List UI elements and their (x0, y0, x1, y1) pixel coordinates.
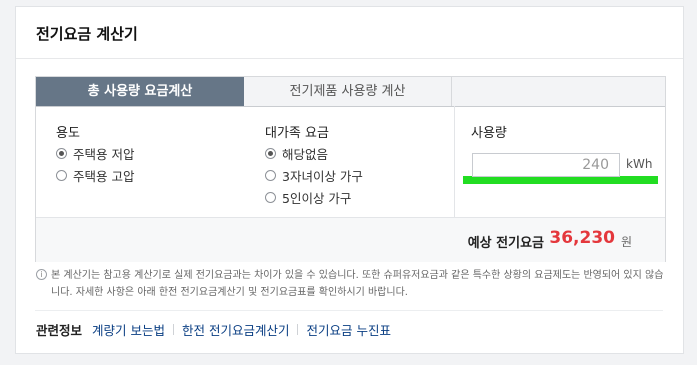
link-kepco-calculator[interactable]: 한전 전기요금계산기 (182, 320, 289, 339)
usage-unit: kWh (626, 157, 653, 171)
link-progressive-rate-table[interactable]: 전기요금 누진표 (306, 320, 390, 339)
radio-checked-icon[interactable] (56, 147, 67, 159)
usage-type-group: 용도 주택용 저압 주택용 고압 (36, 106, 246, 217)
radio-unchecked-icon[interactable] (265, 191, 276, 203)
calculator-panel: 총 사용량 요금계산 전기제품 사용량 계산 용도 주택용 저압 주택용 고압 … (35, 76, 666, 262)
notice-divider (35, 310, 663, 311)
highlight-marker (463, 176, 658, 184)
radio-label: 5인이상 가구 (282, 190, 352, 206)
result-value: 36,230 (549, 228, 615, 248)
usage-input[interactable]: 240 (472, 153, 620, 177)
radio-label: 해당없음 (282, 146, 329, 162)
radio-residential-low[interactable]: 주택용 저압 (56, 144, 134, 162)
electricity-calculator-card: 전기요금 계산기 총 사용량 요금계산 전기제품 사용량 계산 용도 주택용 저… (15, 6, 684, 354)
notice-text: 본 계산기는 참고용 계산기로 실제 전기요금과는 차이가 있을 수 있습니다.… (51, 270, 664, 298)
result-unit: 원 (620, 235, 632, 249)
title-divider (16, 58, 683, 59)
radio-checked-icon[interactable] (265, 147, 276, 159)
radio-unchecked-icon[interactable] (56, 169, 67, 181)
result-row: 예상 전기요금 36,230 원 (36, 217, 665, 262)
radio-three-children[interactable]: 3자녀이상 가구 (265, 166, 363, 184)
link-meter-guide[interactable]: 계량기 보는법 (92, 320, 165, 339)
usage-type-heading: 용도 (56, 126, 80, 141)
radio-five-members[interactable]: 5인이상 가구 (265, 188, 351, 206)
related-info: 관련정보 계량기 보는법 한전 전기요금계산기 전기요금 누진표 (36, 320, 391, 339)
tab-total-usage[interactable]: 총 사용량 요금계산 (36, 77, 244, 106)
tab-appliance-usage[interactable]: 전기제품 사용량 계산 (244, 77, 452, 106)
link-separator (297, 324, 299, 335)
family-rate-group: 대가족 요금 해당없음 3자녀이상 가구 5인이상 가구 (246, 106, 454, 217)
radio-residential-high[interactable]: 주택용 고압 (56, 166, 134, 184)
radio-label: 주택용 고압 (73, 168, 135, 184)
family-rate-heading: 대가족 요금 (265, 126, 329, 141)
usage-heading: 사용량 (471, 126, 507, 141)
radio-label: 주택용 저압 (73, 146, 135, 162)
radio-not-applicable[interactable]: 해당없음 (265, 144, 328, 162)
result-label: 예상 전기요금 (467, 236, 544, 251)
usage-group: 사용량 240 kWh (454, 106, 665, 217)
radio-label: 3자녀이상 가구 (282, 168, 363, 184)
info-icon: i (36, 269, 47, 280)
card-title: 전기요금 계산기 (36, 25, 138, 43)
radio-unchecked-icon[interactable] (265, 169, 276, 181)
link-separator (173, 324, 174, 335)
tab-bar: 총 사용량 요금계산 전기제품 사용량 계산 (36, 77, 665, 107)
related-title: 관련정보 (36, 323, 83, 338)
tab-bar-filler (452, 77, 665, 106)
notice: i 본 계산기는 참고용 계산기로 실제 전기요금과는 차이가 있을 수 있습니… (36, 267, 671, 301)
